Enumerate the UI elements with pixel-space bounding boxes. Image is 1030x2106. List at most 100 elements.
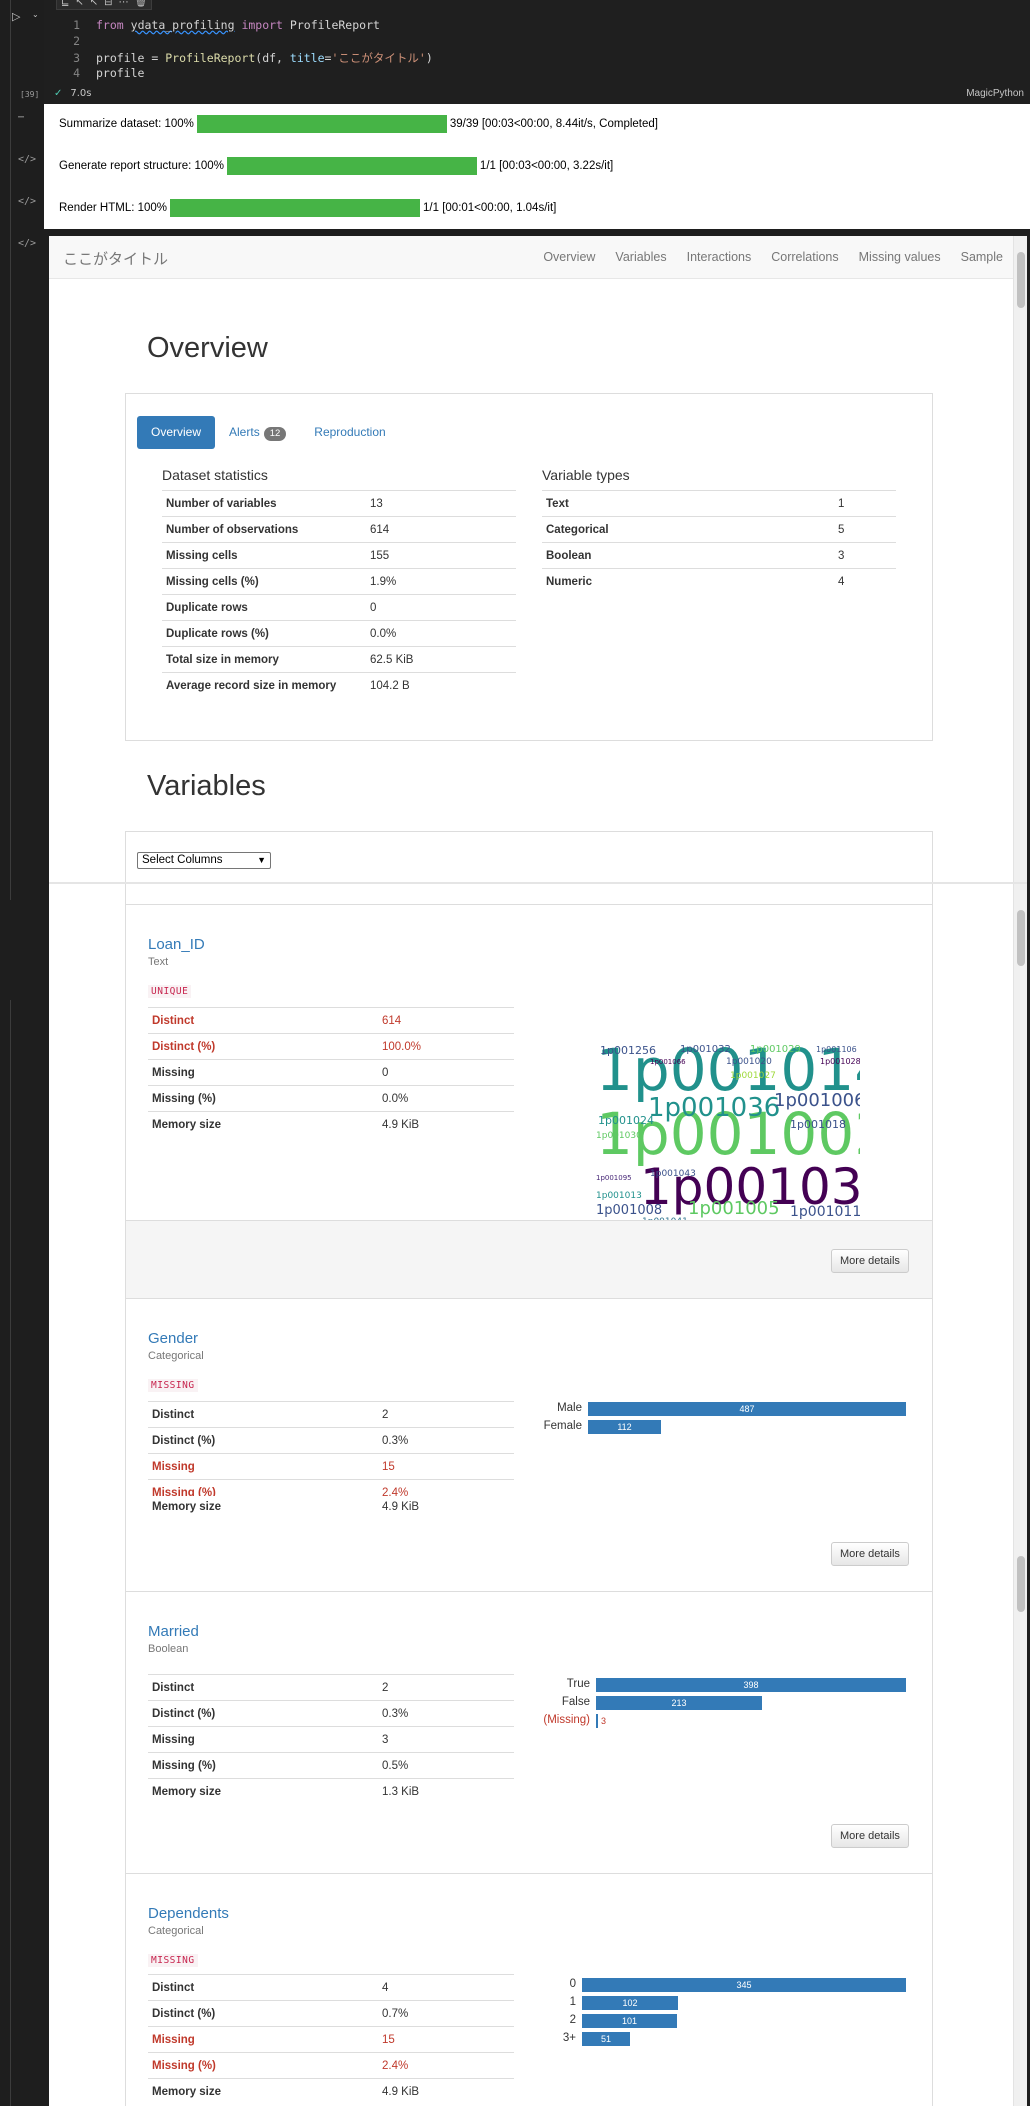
stat-key: Missing (%) [148,1752,378,1779]
code-line-4[interactable]: 4 profile [44,66,144,82]
report-frame-top[interactable]: ここがタイトル Overview Variables Interactions … [49,236,1027,882]
married-stats: Distinct 2 Distinct (%) 0.3% Missing 3 Missing… [148,1674,514,1805]
dataset-statistics-table: Number of variables 13 Number of observati… [162,490,516,699]
report-frame-middle[interactable]: Loan_ID Text UNIQUE Distinct 614 Distinct … [49,882,1027,1496]
variable-name-dependents[interactable]: Dependents [148,1905,229,1922]
nav-sample[interactable]: Sample [951,236,1013,279]
stat-row: Missing (%) 2.4% [148,2052,514,2079]
report-navbar: ここがタイトル Overview Variables Interactions … [49,236,1013,279]
code-token: import [241,18,283,32]
scrollbar-thumb[interactable] [1017,252,1025,308]
run-by-line-icon[interactable]: ⊑ [61,0,69,9]
loan-id-stats: Distinct 614 Distinct (%) 100.0% Missing 0 Mis… [148,1007,514,1138]
variables-heading: Variables [147,770,266,802]
output-more-icon[interactable]: ⋯ [18,112,24,123]
report-title[interactable]: ここがタイトル [63,248,168,269]
frequency-bar: 3 [596,1714,606,1728]
more-icon[interactable]: ⋯ [119,0,129,9]
select-columns-dropdown[interactable]: Select Columns ▼ [137,852,271,869]
delete-icon[interactable]: 🗑 [135,0,148,9]
scrollbar[interactable] [1013,1496,1027,2106]
frequency-value: 345 [736,1980,752,1990]
nav-variables[interactable]: Variables [605,236,676,279]
cell-language[interactable]: MagicPython [966,88,1024,99]
nav-interactions[interactable]: Interactions [677,236,762,279]
stat-row: Numeric 4 [542,568,896,595]
code-token: ) [425,51,433,65]
stat-key: Memory size [148,1111,378,1138]
code-token: ydata_profiling [130,18,235,32]
run-cell-icon[interactable]: ▷ [12,10,20,23]
stat-key: Categorical [542,516,834,543]
stat-key: Missing (%) [148,2052,378,2079]
stat-value: 614 [366,516,516,543]
stat-value: 1.3 KiB [378,1778,514,1805]
scrollbar-thumb[interactable] [1017,1556,1025,1612]
wordcloud-word: 1p001018 [790,1118,846,1131]
variable-name-gender[interactable]: Gender [148,1330,198,1347]
stat-key: Missing [148,2026,378,2053]
stat-row: Duplicate rows 0 [162,594,516,621]
stat-key: Distinct [148,1007,378,1034]
frequency-value: 101 [621,2016,638,2026]
scrollbar[interactable] [1013,236,1027,882]
code-token: (df, [255,51,290,65]
wordcloud-word: 1p001066 [650,1058,686,1066]
code-line-1[interactable]: 1 from ydata_profiling import ProfileRepo… [44,18,380,34]
select-columns-value: Select Columns [142,854,223,866]
nav-missing-values[interactable]: Missing values [849,236,951,279]
tab-overview[interactable]: Overview [137,416,216,449]
nav-overview[interactable]: Overview [533,236,605,279]
output-code-icon[interactable]: </> [18,154,36,165]
run-dropdown-icon[interactable]: ⌄ [32,10,39,19]
wordcloud-word: 1p001030 [596,1131,642,1141]
stat-value: 155 [366,542,516,569]
stat-key: Text [542,490,834,517]
output-code-icon[interactable]: </> [18,196,36,207]
variables-list: Loan_ID Text UNIQUE Distinct 614 Distinct … [125,884,933,1496]
progress-generate: Generate report structure: 100% 1/1 [00:0… [59,156,613,176]
tab-reproduction[interactable]: Reproduction [300,416,399,449]
stat-row: Distinct 4 [148,1974,514,2001]
stat-value: 0.5% [378,1752,514,1779]
variable-name-loan-id[interactable]: Loan_ID [148,936,205,953]
wordcloud-word: 1p001032 [680,1044,731,1055]
code-line-2[interactable]: 2 [44,34,96,50]
overview-heading: Overview [147,332,268,364]
wordcloud-word: 1p001028 [820,1057,860,1066]
stat-key: Duplicate rows (%) [162,620,366,647]
more-details-button[interactable]: More details [831,1824,909,1848]
frequency-bar: 51 [582,2032,630,2046]
split-cell-icon[interactable]: ⊟ [104,0,112,9]
report-frame-bottom[interactable]: Memory size 4.9 KiB More details Married … [49,1496,1027,2106]
stat-row: Memory size 4.9 KiB [148,2078,514,2105]
frequency-label: False [561,1696,590,1708]
stat-key: Distinct [148,1401,378,1428]
stat-key: Memory size [152,1501,222,1513]
frequency-bar: 101 [582,2014,677,2028]
stat-value: 0.3% [378,1700,514,1727]
more-details-button[interactable]: More details [831,1249,909,1273]
line-number: 1 [73,18,80,32]
variable-name-married[interactable]: Married [148,1623,199,1640]
scrollbar-thumb[interactable] [1017,910,1025,966]
stat-row: Memory size 1.3 KiB [148,1778,514,1805]
variable-type: Categorical [148,1925,204,1937]
cursor-icon[interactable]: ↖ [75,0,83,9]
stat-row: Missing cells 155 [162,542,516,569]
frequency-bar: 345 [582,1978,906,1992]
code-line-3[interactable]: 3 profile = ProfileReport(df, title='ここがタ… [44,50,433,66]
output-code-icon[interactable]: </> [18,238,36,249]
stat-key: Distinct (%) [148,1700,378,1727]
wordcloud-word: 1p001024 [598,1114,654,1127]
nav-correlations[interactable]: Correlations [761,236,848,279]
cursor-above-icon[interactable]: ↸ [90,0,98,9]
tab-alerts[interactable]: Alerts 12 [215,416,300,449]
stat-value: 0.7% [378,2000,514,2027]
code-cell[interactable]: ⊑ ↖ ↸ ⊟ ⋯ 🗑 1 from ydata_profiling import… [44,0,1030,104]
stat-row: Distinct 2 [148,1401,514,1428]
variables-panel: Select Columns ▼ [125,831,933,882]
cell-status: ✓ 7.0s [54,88,92,99]
more-details-button[interactable]: More details [831,1542,909,1566]
scrollbar[interactable] [1013,884,1027,1496]
